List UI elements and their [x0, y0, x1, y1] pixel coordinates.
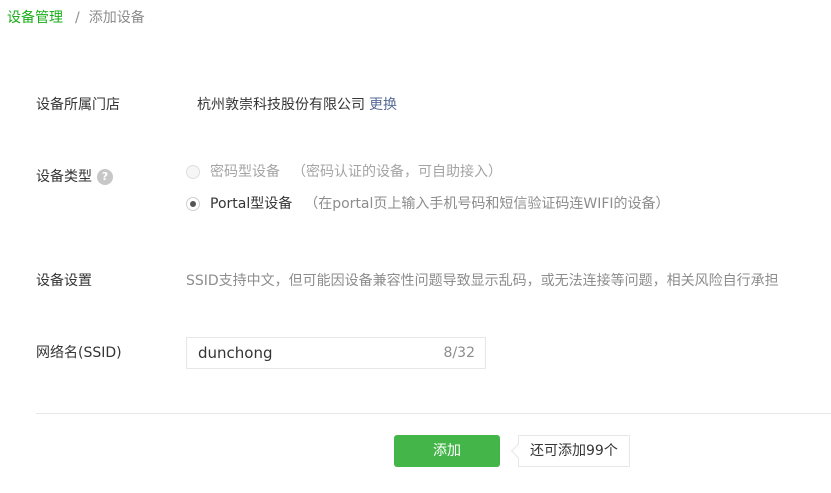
divider	[36, 413, 831, 414]
device-settings-label: 设备设置	[36, 273, 92, 289]
ssid-label: 网络名(SSID)	[36, 345, 122, 361]
breadcrumb-separator: /	[75, 10, 80, 26]
ssid-input[interactable]: dunchong 8/32	[186, 337, 486, 369]
breadcrumb: 设备管理 / 添加设备	[7, 9, 145, 27]
breadcrumb-current: 添加设备	[88, 10, 145, 26]
radio-description: （密码认证的设备，可自助接入）	[292, 164, 502, 180]
device-type-label: 设备类型	[36, 169, 92, 185]
remaining-quota-text: 还可添加99个	[530, 443, 618, 459]
add-button[interactable]: 添加	[394, 435, 500, 467]
store-value: 杭州敦崇科技股份有限公司 更换	[197, 96, 397, 114]
radio-button-icon[interactable]	[186, 165, 200, 179]
store-label: 设备所属门店	[36, 97, 120, 113]
radio-portal-device[interactable]: Portal型设备 （在portal页上输入手机号码和短信验证码连WIFI的设备…	[186, 195, 670, 213]
change-store-link[interactable]: 更换	[369, 96, 397, 114]
ssid-char-counter: 8/32	[443, 345, 475, 361]
ssid-input-value[interactable]: dunchong	[198, 344, 444, 362]
radio-label: 密码型设备	[210, 164, 280, 180]
breadcrumb-device-management-link[interactable]: 设备管理	[7, 9, 63, 27]
store-name: 杭州敦崇科技股份有限公司	[197, 97, 365, 113]
help-icon[interactable]: ?	[97, 169, 113, 185]
ssid-warning-note: SSID支持中文，但可能因设备兼容性问题导致显示乱码，或无法连接等问题，相关风险…	[186, 273, 779, 289]
radio-password-device[interactable]: 密码型设备 （密码认证的设备，可自助接入）	[186, 163, 502, 181]
radio-label: Portal型设备	[210, 196, 293, 212]
radio-button-icon[interactable]	[186, 197, 200, 211]
remaining-quota-tip: 还可添加99个	[518, 435, 630, 467]
radio-description: （在portal页上输入手机号码和短信验证码连WIFI的设备）	[304, 196, 670, 212]
